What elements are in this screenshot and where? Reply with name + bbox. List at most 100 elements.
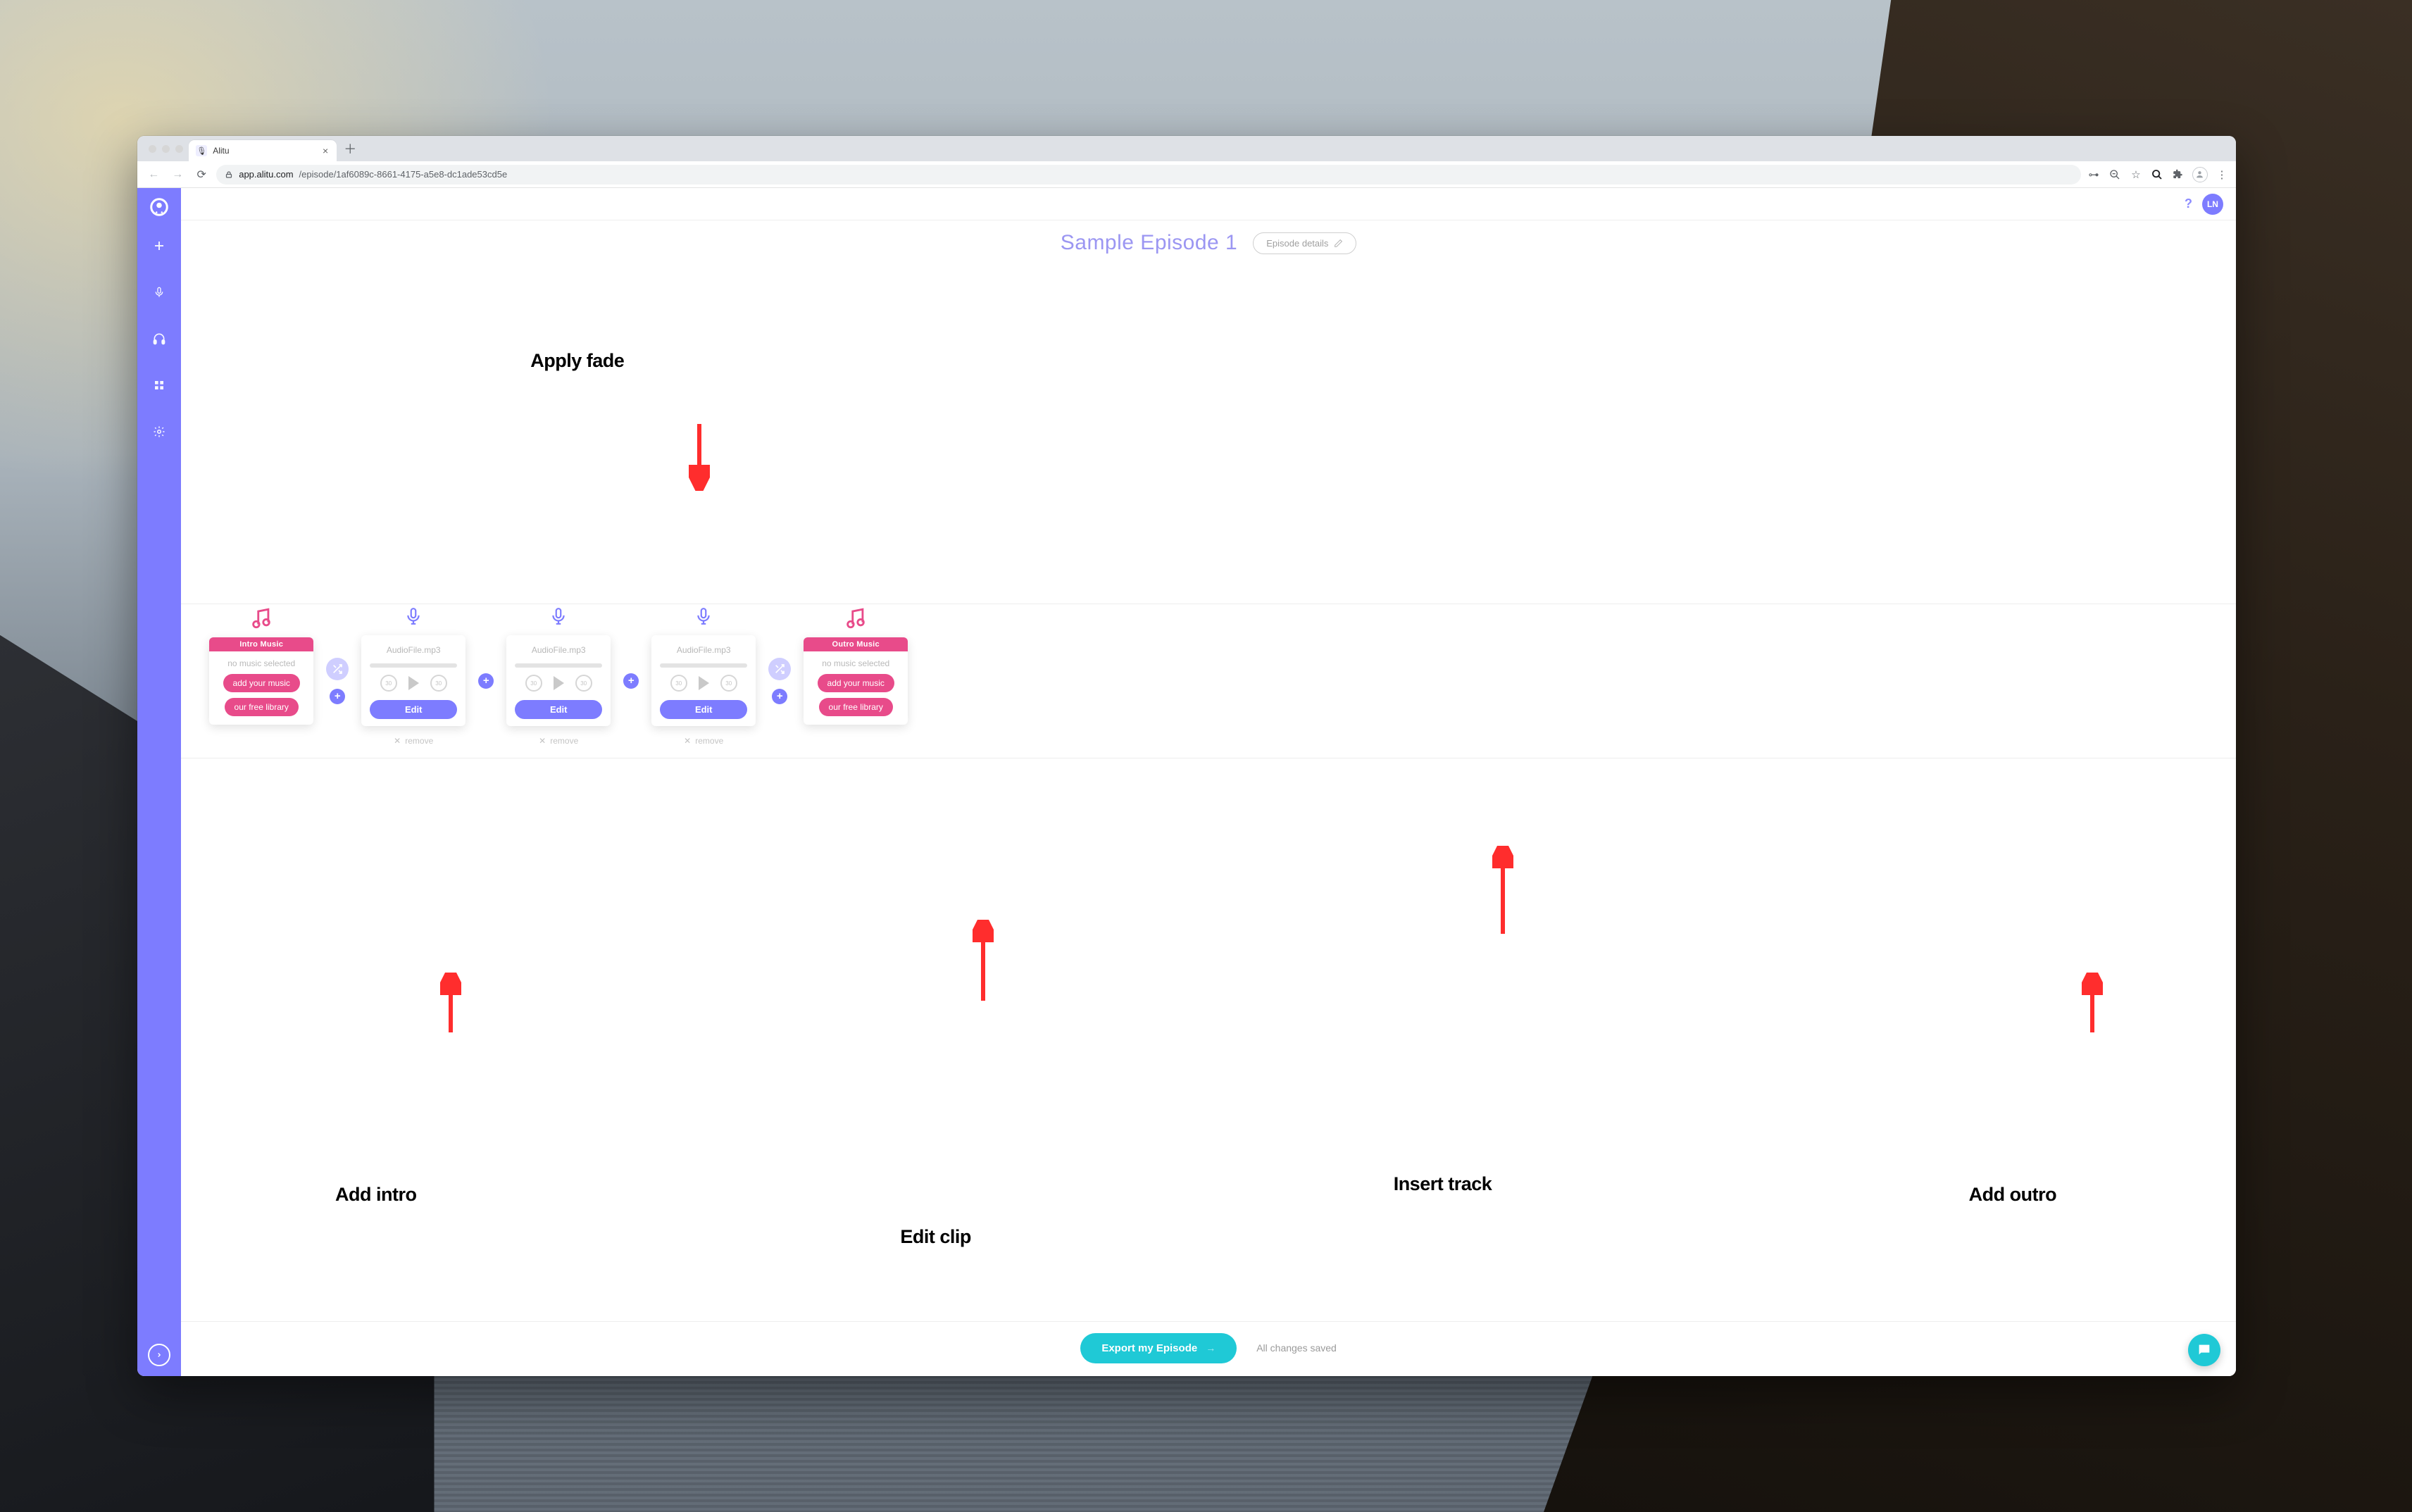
sidebar-settings-icon[interactable] [145,412,173,451]
window-traffic-lights[interactable] [143,145,189,153]
app-root: ? LN Sample Episode 1 Episode details [137,188,2236,1376]
sidebar-add-icon[interactable] [145,226,173,265]
audio-clip-card: AudioFile.mp3 30 30 Edit ✕ remove [361,635,465,726]
star-icon[interactable]: ☆ [2129,168,2143,182]
export-episode-button[interactable]: Export my Episode → [1080,1333,1237,1363]
edit-clip-button[interactable]: Edit [515,700,602,719]
between-clip2-clip3: + [623,673,639,689]
sidebar-headphones-icon[interactable] [145,319,173,358]
save-status: All changes saved [1256,1342,1337,1354]
waveform[interactable] [370,663,457,668]
nav-back-icon[interactable]: ← [144,165,163,184]
outro-header: Outro Music [804,637,908,651]
skip-forward-icon[interactable]: 30 [430,675,447,692]
url-host: app.alitu.com [239,169,293,180]
arrow-add-outro [2082,973,2103,1032]
edit-clip-button[interactable]: Edit [660,700,747,719]
browser-window: 🎙 Alitu × ＋ ← → ⟳ app.alitu.com/episode/… [137,136,2236,1376]
skip-forward-icon[interactable]: 30 [575,675,592,692]
fade-transition-button[interactable] [768,658,791,680]
waveform[interactable] [515,663,602,668]
play-icon[interactable] [699,676,709,690]
export-label: Export my Episode [1101,1342,1197,1354]
arrow-right-icon: → [1206,1342,1216,1354]
arrow-insert-track [1492,846,1513,934]
address-bar[interactable]: app.alitu.com/episode/1af6089c-8661-4175… [216,165,2081,185]
key-icon[interactable]: ⊶ [2087,168,2101,182]
extensions-icon[interactable] [2171,168,2185,182]
audio-clip-card: AudioFile.mp3 30 30 Edit ✕ remove [651,635,756,726]
edit-clip-button[interactable]: Edit [370,700,457,719]
sidebar-record-icon[interactable] [145,273,173,312]
intro-add-music-button[interactable]: add your music [223,674,300,692]
play-icon[interactable] [408,676,419,690]
episode-details-button[interactable]: Episode details [1253,232,1356,254]
zoom-out-icon[interactable] [2108,168,2122,182]
waveform[interactable] [660,663,747,668]
insert-clip-button[interactable]: + [623,673,639,689]
arrow-edit-clip [973,920,994,1001]
kebab-menu-icon[interactable]: ⋮ [2215,168,2229,182]
skip-back-icon[interactable]: 30 [380,675,397,692]
microphone-icon [651,604,756,628]
play-icon[interactable] [554,676,564,690]
app-topbar: ? LN [181,188,2236,220]
zoom-icon[interactable] [2150,168,2164,182]
new-tab-button[interactable]: ＋ [341,139,359,158]
fade-transition-button[interactable] [326,658,349,680]
remove-clip-button[interactable]: ✕ remove [539,736,578,746]
url-path: /episode/1af6089c-8661-4175-a5e8-dc1ade5… [299,169,508,180]
clip-controls: 30 30 [670,675,737,692]
browser-tabstrip: 🎙 Alitu × ＋ [137,136,2236,161]
lock-icon [225,170,233,179]
intro-library-button[interactable]: our free library [225,698,299,716]
insert-clip-button[interactable]: + [772,689,787,704]
outro-add-music-button[interactable]: add your music [818,674,894,692]
tab-favicon: 🎙 [196,145,207,156]
clip-filename: AudioFile.mp3 [677,645,731,655]
annotation-edit-clip: Edit clip [900,1226,971,1248]
skip-back-icon[interactable]: 30 [670,675,687,692]
episode-details-label: Episode details [1266,238,1328,249]
remove-label: remove [550,736,578,746]
remove-clip-button[interactable]: ✕ remove [684,736,723,746]
audio-clip-card: AudioFile.mp3 30 30 Edit ✕ remove [506,635,611,726]
sidebar-grid-icon[interactable] [145,365,173,405]
episode-titlebar: Sample Episode 1 Episode details [181,220,2236,265]
alitu-logo-icon[interactable] [147,195,171,219]
arrow-apply-fade [689,424,710,491]
insert-clip-button[interactable]: + [478,673,494,689]
clip-filename: AudioFile.mp3 [532,645,586,655]
annotation-add-outro: Add outro [1969,1184,2056,1206]
profile-icon[interactable] [2192,167,2208,182]
intro-music-card: Intro Music no music selected add your m… [209,637,313,725]
browser-toolbar: ← → ⟳ app.alitu.com/episode/1af6089c-866… [137,161,2236,188]
nav-forward-icon[interactable]: → [168,165,187,184]
close-icon: ✕ [684,736,691,746]
outro-music-card: Outro Music no music selected add your m… [804,637,908,725]
clip-filename: AudioFile.mp3 [387,645,441,655]
skip-forward-icon[interactable]: 30 [720,675,737,692]
remove-label: remove [405,736,433,746]
close-icon: ✕ [539,736,546,746]
sidebar-expand-icon[interactable] [148,1344,170,1366]
chat-widget-button[interactable] [2188,1334,2220,1366]
between-intro-clip1: + [326,658,349,704]
annotation-apply-fade: Apply fade [530,350,624,372]
app-main: ? LN Sample Episode 1 Episode details [181,188,2236,1376]
remove-clip-button[interactable]: ✕ remove [394,736,433,746]
browser-tab[interactable]: 🎙 Alitu × [189,140,337,161]
skip-back-icon[interactable]: 30 [525,675,542,692]
tab-close-icon[interactable]: × [321,144,330,157]
clip-controls: 30 30 [380,675,447,692]
outro-library-button[interactable]: our free library [819,698,893,716]
arrow-add-intro [440,973,461,1032]
help-button[interactable]: ? [2185,196,2192,211]
insert-clip-button[interactable]: + [330,689,345,704]
app-sidebar [137,188,181,1376]
annotation-add-intro: Add intro [335,1184,416,1206]
chat-icon [2197,1342,2212,1358]
annotation-insert-track: Insert track [1394,1173,1492,1195]
user-avatar[interactable]: LN [2202,194,2223,215]
nav-reload-icon[interactable]: ⟳ [192,165,211,184]
